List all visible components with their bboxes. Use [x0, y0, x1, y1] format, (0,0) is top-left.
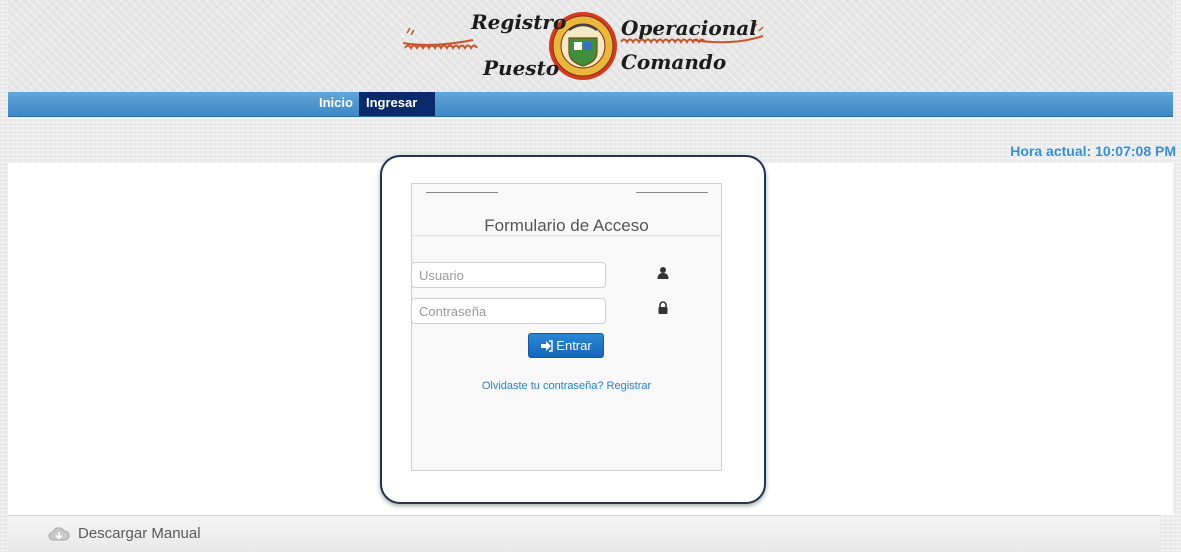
user-icon	[656, 266, 670, 280]
forgot-password-register-link[interactable]: Olvidaste tu contraseña? Registrar	[412, 380, 721, 392]
decorative-line-right	[636, 192, 708, 193]
download-manual-bar[interactable]: Descargar Manual	[8, 515, 1160, 552]
login-form: Formulario de Acceso Entrar Olvidaste tu…	[411, 183, 722, 471]
current-time-label: Hora actual: 10:07:08 PM	[1010, 143, 1176, 159]
username-input[interactable]	[411, 262, 606, 288]
logo-word-registro: Registro	[471, 10, 567, 34]
nav-item-inicio[interactable]: Inicio	[312, 92, 358, 116]
logo-word-operacional: Operacional	[621, 16, 757, 40]
sign-in-icon	[541, 340, 553, 352]
title-divider	[412, 235, 721, 236]
lock-icon	[656, 301, 670, 315]
login-submit-label: Entrar	[556, 338, 592, 353]
decorative-line-left	[426, 192, 498, 193]
main-navbar: Inicio Ingresar	[8, 92, 1173, 117]
site-logo: Registro Operacional Puesto Comando	[393, 8, 773, 88]
download-manual-link[interactable]: Descargar Manual	[78, 525, 201, 542]
logo-word-puesto: Puesto	[483, 56, 560, 80]
logo-word-comando: Comando	[621, 50, 727, 74]
nav-item-ingresar[interactable]: Ingresar	[359, 92, 435, 116]
login-submit-button[interactable]: Entrar	[528, 333, 604, 358]
header-banner: Registro Operacional Puesto Comando	[8, 0, 1173, 92]
cloud-download-icon	[48, 526, 70, 547]
login-form-title: Formulario de Acceso	[484, 216, 649, 235]
password-input[interactable]	[411, 298, 606, 324]
